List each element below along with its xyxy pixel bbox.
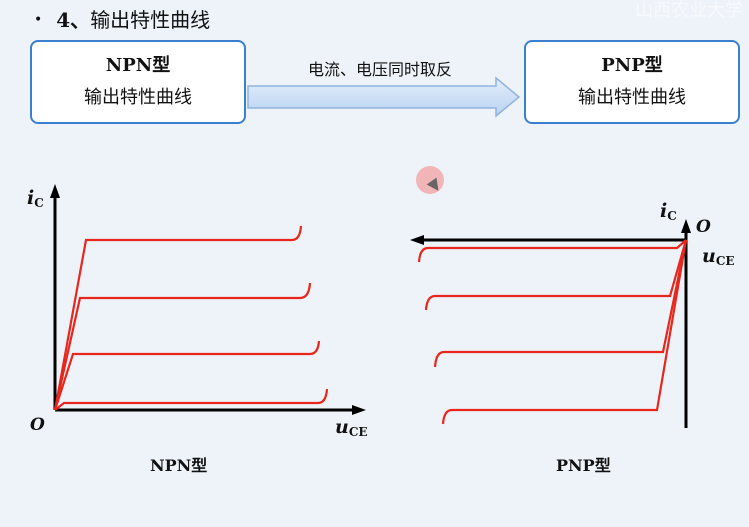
npn-x-axis-arrow-icon (352, 405, 366, 415)
pnp-chart-caption: PNP型 (556, 456, 611, 475)
pnp-x-axis-label: uCE (702, 245, 735, 268)
npn-curve-3 (53, 340, 321, 411)
pnp-x-axis-arrow-icon (410, 235, 424, 245)
npn-chart: iC O uCE (27, 184, 368, 439)
npn-curve-2 (53, 282, 312, 411)
pnp-y-axis-arrow-icon (681, 219, 691, 233)
npn-chart-caption: NPN型 (150, 456, 208, 475)
npn-y-axis-arrow-icon (50, 184, 60, 198)
npn-x-axis-label: uCE (335, 416, 368, 439)
npn-curve-4 (54, 388, 329, 411)
npn-curve-1 (53, 225, 303, 411)
slide: 山西农业大学 • 4、输出特性曲线 NPN型 输出特性曲线 电流、电压同时取反 P… (0, 0, 749, 527)
pnp-y-axis-label: iC (660, 200, 677, 223)
diagram-canvas: iC O uCE iC O uCE (27, 76, 735, 439)
npn-origin-label: O (30, 415, 45, 435)
transform-arrow (247, 76, 521, 118)
pnp-origin-label: O (696, 217, 711, 237)
pnp-curve-3 (433, 239, 688, 368)
pnp-curve-2 (424, 239, 688, 311)
pnp-chart: iC O uCE (410, 200, 735, 428)
npn-y-axis-label: iC (27, 187, 44, 210)
pnp-curve-1 (417, 239, 687, 263)
pnp-curve-4 (441, 239, 688, 425)
